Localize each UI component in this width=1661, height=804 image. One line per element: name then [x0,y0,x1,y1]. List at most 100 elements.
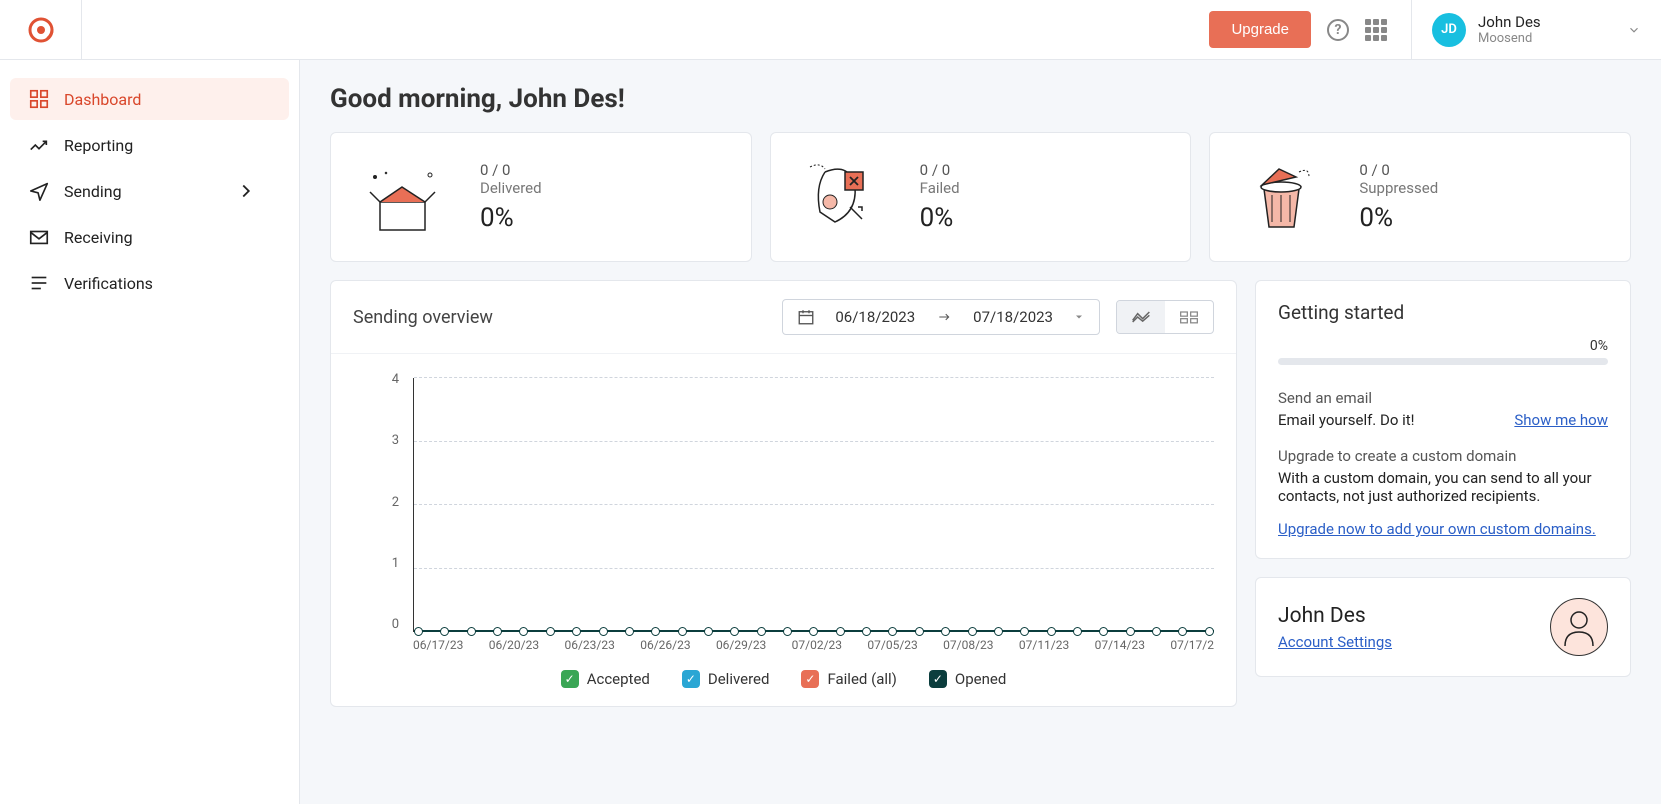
x-tick: 07/17/2 [1170,638,1214,652]
data-point [414,627,423,636]
sidebar-item-label: Verifications [64,274,153,293]
user-avatar-large [1550,598,1608,656]
y-axis: 4 3 2 1 0 [353,372,409,632]
stat-label: Suppressed [1359,179,1438,197]
stat-ratio: 0 / 0 [1359,161,1438,179]
failed-illustration [795,157,890,237]
data-point [1178,627,1187,636]
data-point [783,627,792,636]
sidebar-item-label: Dashboard [64,90,141,109]
upgrade-button[interactable]: Upgrade [1209,11,1311,48]
brand-logo-icon [25,14,57,46]
sidebar-item-receiving[interactable]: Receiving [10,216,289,258]
stat-label: Failed [920,179,960,197]
verifications-icon [28,272,50,294]
legend-label: Opened [955,670,1006,688]
chart-legend: ✓Accepted✓Delivered✓Failed (all)✓Opened [353,670,1214,688]
arrow-right-icon [935,310,953,324]
legend-swatch: ✓ [929,670,947,688]
chart-header: Sending overview 06/18/2023 07/18/2023 [331,281,1236,354]
legend-item[interactable]: ✓Accepted [561,670,650,688]
user-card: John Des Account Settings [1255,577,1631,677]
x-tick: 07/11/23 [1019,638,1069,652]
stat-percent: 0% [480,203,542,233]
data-point [678,627,687,636]
data-point [440,627,449,636]
avatar: JD [1432,13,1466,47]
gs-step1-text: Email yourself. Do it! [1278,411,1415,429]
legend-item[interactable]: ✓ Opened [929,670,1006,688]
sidebar-item-reporting[interactable]: Reporting [10,124,289,166]
y-tick: 4 [353,372,409,387]
legend-item[interactable]: ✓Delivered [682,670,770,688]
user-card-name: John Des [1278,604,1392,628]
y-tick: 3 [353,433,409,448]
gs-step2-text: With a custom domain, you can send to al… [1278,469,1608,505]
legend-swatch: ✓ [801,670,819,688]
data-points [414,627,1214,636]
x-tick: 07/14/23 [1095,638,1145,652]
legend-swatch: ✓ [682,670,700,688]
show-me-how-link[interactable]: Show me how [1514,411,1608,429]
data-point [809,627,818,636]
greeting: Good morning, John Des! [330,84,1631,114]
sidebar-item-verifications[interactable]: Verifications [10,262,289,304]
data-point [625,627,634,636]
data-point [757,627,766,636]
upgrade-domains-link[interactable]: Upgrade now to add your own custom domai… [1278,520,1596,538]
data-point [572,627,581,636]
delivered-illustration [355,157,450,237]
logo-area [0,0,82,59]
sending-icon [28,180,50,202]
y-tick: 2 [353,495,409,510]
sidebar-item-label: Receiving [64,228,133,247]
data-point [599,627,608,636]
header-user-name: John Des [1478,13,1541,31]
user-menu[interactable]: JD John Des Moosend [1411,0,1661,59]
y-tick: 0 [353,617,409,632]
grid-icon [1179,309,1199,325]
data-point [1073,627,1082,636]
date-range-picker[interactable]: 06/18/2023 07/18/2023 [782,299,1100,335]
receiving-icon [28,226,50,248]
apps-grid-icon[interactable] [1365,19,1387,41]
progress-bar [1278,358,1608,365]
dashboard-icon [28,88,50,110]
account-settings-link[interactable]: Account Settings [1278,633,1392,651]
data-point [1126,627,1135,636]
main-content: Good morning, John Des! 0 / 0 Delivered … [300,60,1661,804]
suppressed-illustration [1234,157,1329,237]
data-point [888,627,897,636]
date-from: 06/18/2023 [835,308,915,326]
help-icon[interactable]: ? [1327,19,1349,41]
data-point [493,627,502,636]
chart-plot-area: 43210 06/17/2306/20/2306/23/2306/26/2306… [353,372,1214,652]
data-point [1020,627,1029,636]
stats-row: 0 / 0 Delivered 0% 0 / 0 Failed 0% [330,132,1631,262]
chevron-down-icon [1073,311,1085,323]
x-tick: 06/26/23 [640,638,690,652]
x-axis: 06/17/2306/20/2306/23/2306/26/2306/29/23… [413,638,1214,652]
calendar-icon [797,308,815,326]
x-tick: 06/23/23 [564,638,614,652]
gs-step2-title: Upgrade to create a custom domain [1278,447,1608,465]
legend-item[interactable]: ✓Failed (all) [801,670,896,688]
data-point [836,627,845,636]
data-point [730,627,739,636]
stat-ratio: 0 / 0 [920,161,960,179]
data-point [862,627,871,636]
data-point [1152,627,1161,636]
getting-started-card: Getting started 0% Send an email Email y… [1255,280,1631,559]
x-tick: 07/02/23 [792,638,842,652]
sidebar-item-dashboard[interactable]: Dashboard [10,78,289,120]
chart-card: Sending overview 06/18/2023 07/18/2023 [330,280,1237,707]
date-to: 07/18/2023 [973,308,1053,326]
chevron-right-icon [235,180,257,202]
view-line-button[interactable] [1117,301,1165,333]
x-tick: 06/20/23 [489,638,539,652]
view-grid-button[interactable] [1165,301,1213,333]
y-tick: 1 [353,556,409,571]
data-point [915,627,924,636]
sidebar-item-sending[interactable]: Sending [10,170,289,212]
sidebar-item-label: Sending [64,182,122,201]
